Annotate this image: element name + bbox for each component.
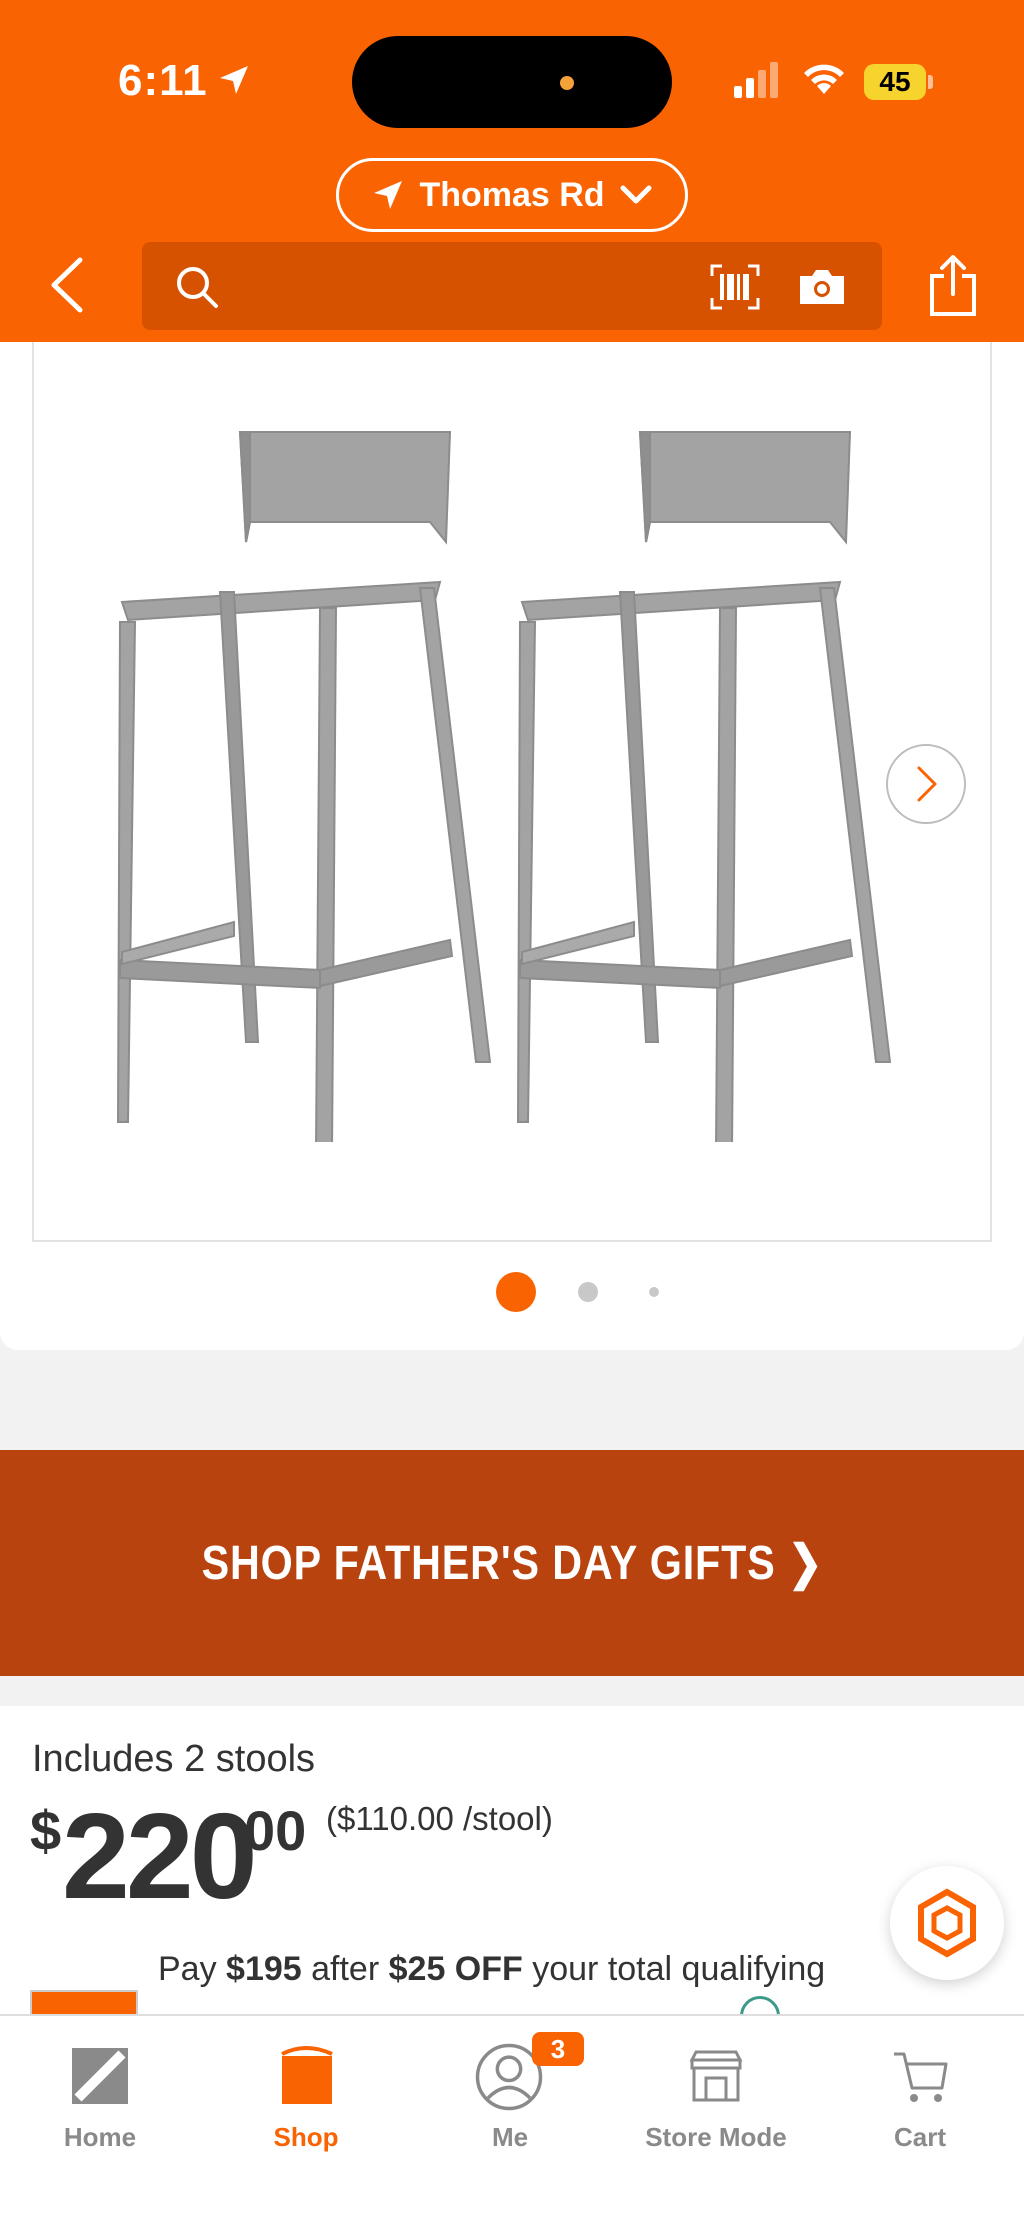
wifi-icon — [804, 64, 844, 94]
camera-dot — [560, 76, 574, 90]
promo-amount: $195 — [226, 1950, 302, 1988]
cart-icon — [894, 2052, 948, 2102]
pagination-dot[interactable] — [649, 1287, 659, 1297]
battery-cap — [928, 75, 933, 89]
tab-shop[interactable]: Shop — [216, 2032, 396, 2152]
barcode-scan-icon[interactable] — [710, 264, 760, 310]
search-icon — [177, 267, 218, 308]
banner-text: SHOP FATHER'S DAY GIFTS ❯ — [201, 1537, 823, 1590]
product-screen: 6:11 45 Thomas Rd SHOP FATHER'S DAY GIFT… — [0, 0, 1024, 2226]
pagination-dot-active[interactable] — [496, 1272, 536, 1312]
price-currency: $ — [30, 1799, 62, 1862]
chevron-right-icon — [917, 766, 937, 802]
tab-label: Shop — [273, 2122, 339, 2152]
location-arrow-icon — [374, 181, 403, 209]
includes-label: Includes 2 stools — [32, 1738, 316, 1780]
assistant-hexagon-icon — [918, 1888, 976, 1958]
bar-stools-image — [116, 431, 892, 1142]
store-location-selector[interactable]: Thomas Rd — [336, 158, 688, 232]
store-location-label: Thomas Rd — [419, 175, 605, 214]
search-input[interactable] — [142, 242, 882, 330]
location-arrow-icon — [220, 66, 248, 94]
cellular-signal-icon — [734, 62, 778, 98]
promo-prefix: Pay — [158, 1950, 227, 1988]
promo-discount: $25 OFF — [388, 1950, 523, 1988]
storefront-icon — [689, 2050, 743, 2102]
shop-bucket-icon — [281, 2046, 333, 2104]
tab-cart[interactable]: Cart — [830, 2032, 1010, 2152]
tab-store-mode[interactable]: Store Mode — [626, 2032, 806, 2152]
card-promo-text[interactable]: Pay $195 after $25 OFF your total qualif… — [158, 1950, 825, 1989]
pagination-dot[interactable] — [578, 1282, 598, 1302]
promo-middle: after — [301, 1950, 389, 1988]
tab-label: Cart — [893, 2122, 946, 2152]
app-header: 6:11 45 Thomas Rd — [0, 0, 1024, 342]
carousel-pagination — [0, 1272, 1024, 1312]
dynamic-island — [352, 36, 672, 128]
tab-label: Me — [491, 2122, 529, 2152]
tab-label: Home — [63, 2122, 137, 2152]
promo-suffix: your total qualifying — [522, 1950, 826, 1988]
camera-icon[interactable] — [798, 266, 846, 306]
tab-label: Store Mode — [645, 2122, 787, 2152]
home-depot-logo-icon — [72, 2048, 128, 2104]
chevron-down-icon — [620, 185, 652, 204]
status-time: 6:11 — [118, 56, 208, 105]
price-per-unit: ($110.00 /stool) — [326, 1800, 553, 1837]
tab-home[interactable]: Home — [10, 2032, 190, 2152]
price-dollars: 220 — [62, 1788, 258, 1924]
next-image-button[interactable] — [886, 744, 966, 824]
share-icon[interactable] — [926, 254, 980, 318]
product-image-carousel[interactable] — [0, 342, 1024, 1350]
bottom-tab-bar: Home Shop Me 3 Store Mode Cart — [0, 2014, 1024, 2226]
fathers-day-banner[interactable]: SHOP FATHER'S DAY GIFTS ❯ — [0, 1450, 1024, 1676]
back-button[interactable] — [44, 256, 92, 314]
price-cents: 00 — [244, 1799, 307, 1862]
battery-indicator: 45 — [864, 64, 926, 100]
chat-assistant-button[interactable] — [890, 1866, 1004, 1980]
notification-badge: 3 — [532, 2032, 584, 2066]
